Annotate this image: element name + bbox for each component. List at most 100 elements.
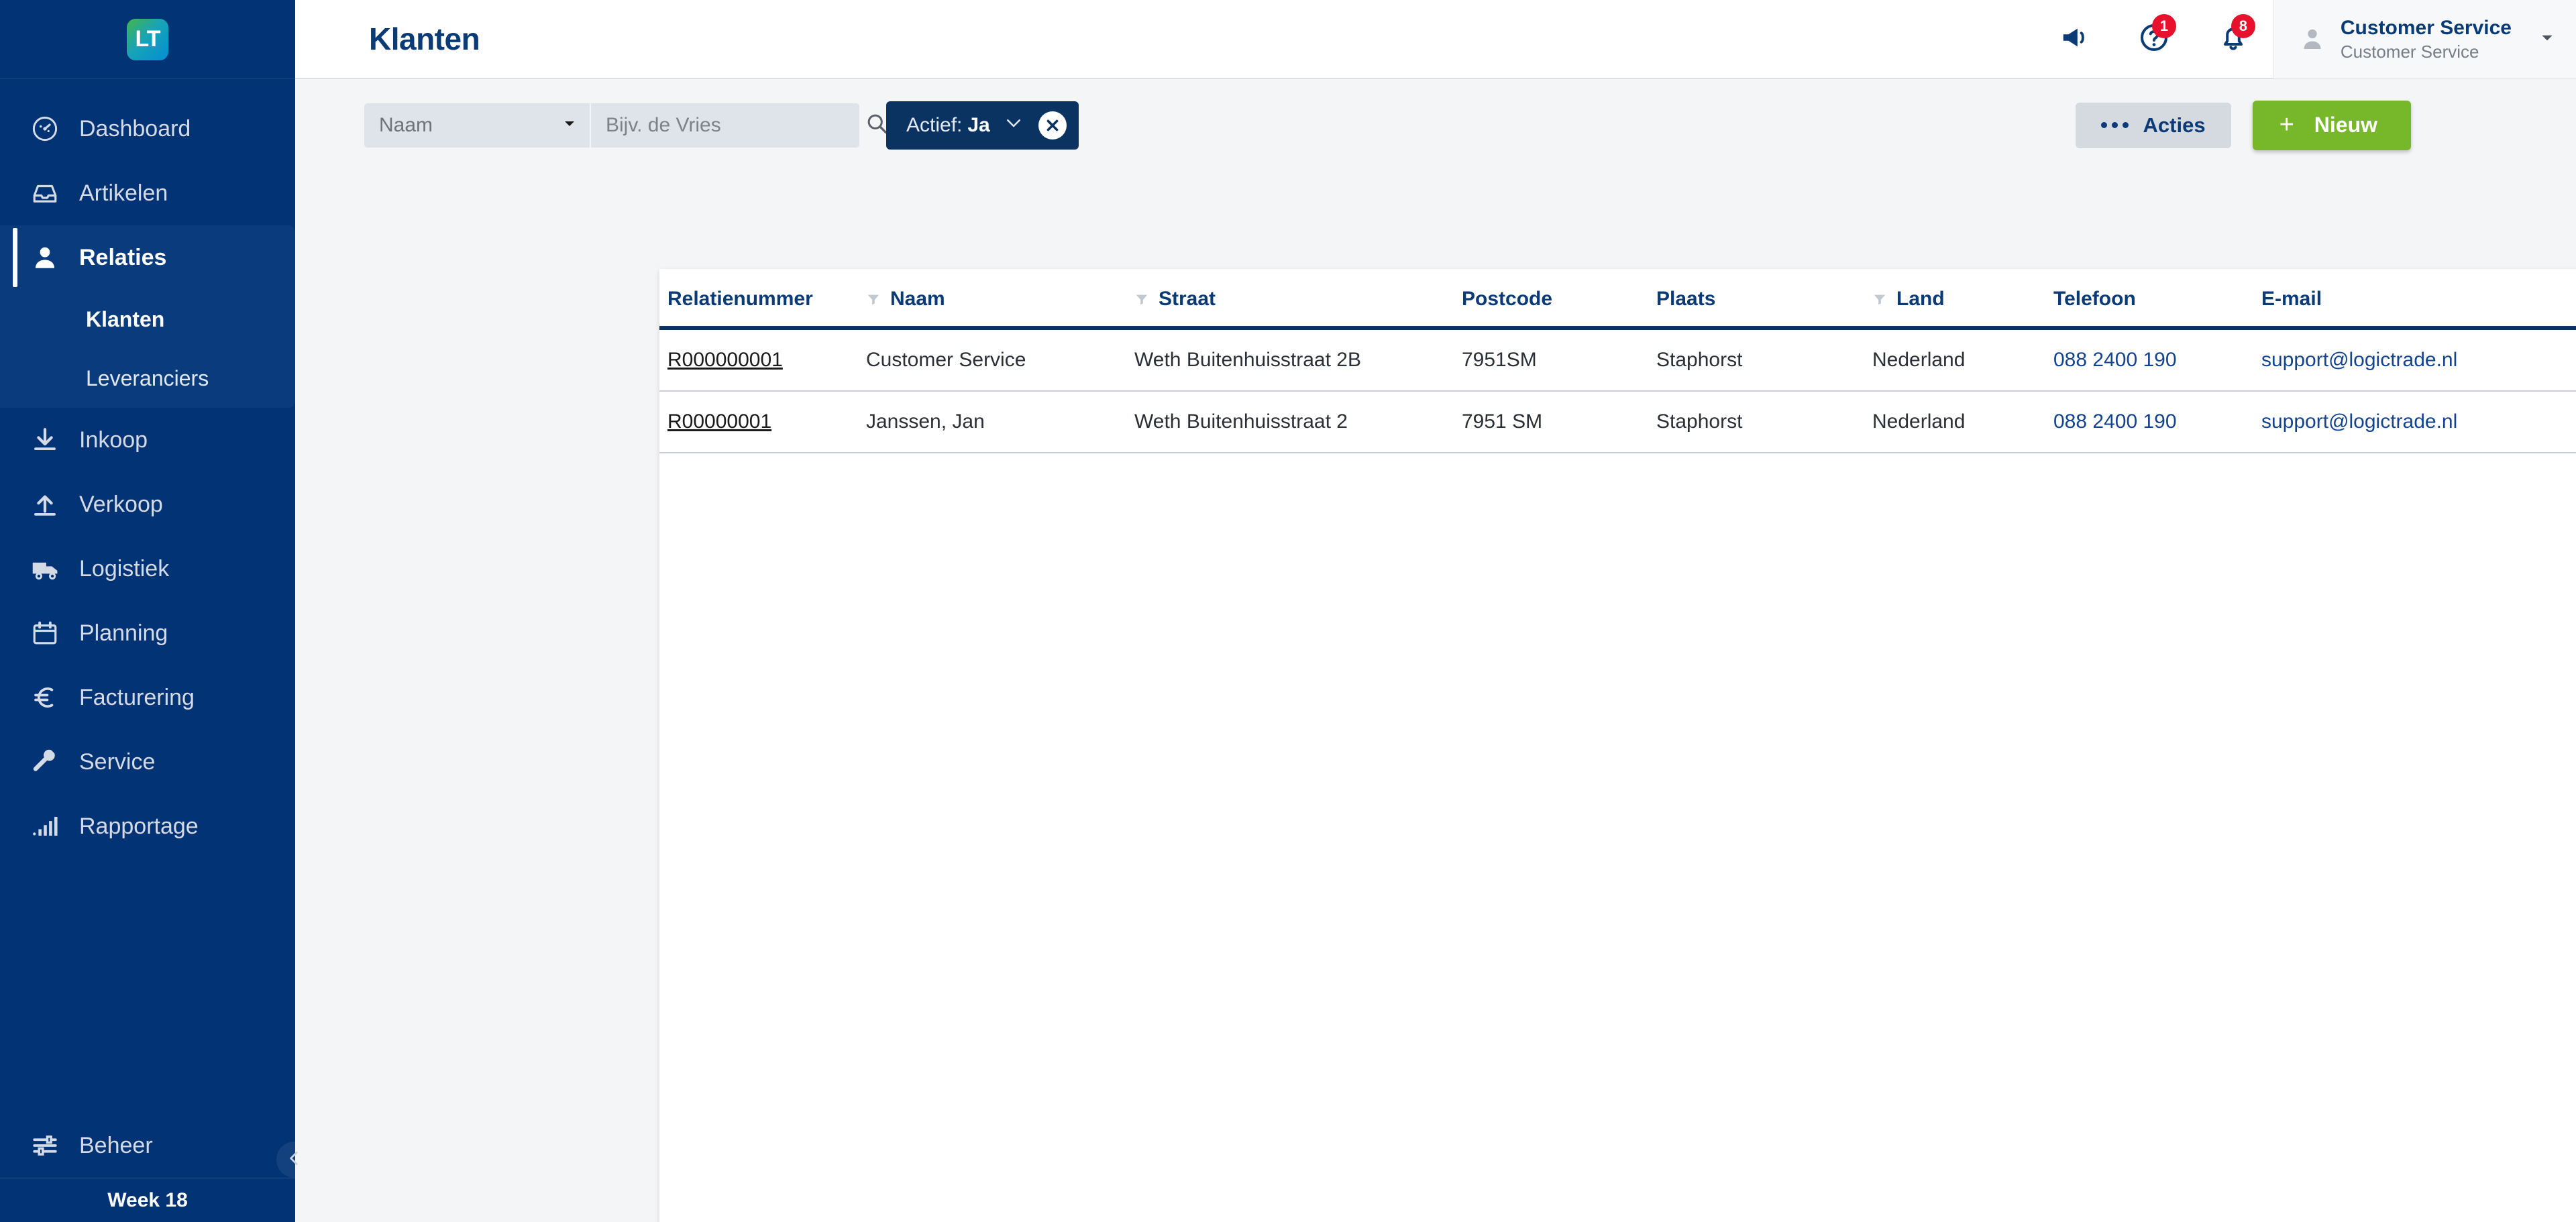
notifications-button[interactable]: 8 — [2194, 0, 2273, 78]
sidebar-item-verkoop[interactable]: Verkoop — [0, 472, 295, 537]
filter-funnel-icon[interactable] — [1872, 292, 1887, 307]
telefoon-link[interactable]: 088 2400 190 — [2053, 349, 2177, 371]
main-area: Klanten 1 8 Customer Service Customer Se… — [295, 0, 2576, 1222]
telefoon-link[interactable]: 088 2400 190 — [2053, 410, 2177, 433]
notifications-badge: 8 — [2231, 14, 2255, 38]
nieuw-button-label: Nieuw — [2314, 113, 2377, 137]
sidebar-item-facturering[interactable]: Facturering — [0, 665, 295, 730]
announcements-button[interactable] — [2035, 0, 2114, 78]
cell-land: Nederland — [1872, 349, 1966, 371]
acties-button[interactable]: Acties — [2075, 102, 2231, 148]
filter-toolbar: Naam Actief: Ja — [364, 79, 2411, 150]
nieuw-button[interactable]: + Nieuw — [2252, 100, 2411, 150]
cell-postcode: 7951SM — [1462, 349, 1537, 371]
download-icon — [31, 426, 70, 454]
sidebar-item-planning[interactable]: Planning — [0, 601, 295, 665]
week-indicator: Week 18 — [0, 1178, 295, 1222]
sidebar-item-logistiek[interactable]: Logistiek — [0, 537, 295, 601]
search-input[interactable] — [606, 113, 865, 137]
klanten-table: Relatienummer Naam Straat Postcode Plaat… — [659, 269, 2576, 453]
column-header-plaats[interactable]: Plaats — [1656, 269, 1872, 328]
sidebar-item-dashboard[interactable]: Dashboard — [0, 97, 295, 161]
sidebar-item-rapportage[interactable]: Rapportage — [0, 794, 295, 858]
chevron-down-icon[interactable] — [1004, 113, 1024, 138]
column-header-land[interactable]: Land — [1872, 269, 2053, 328]
sidebar-item-label: Inkoop — [79, 427, 148, 453]
sidebar-item-label: Dashboard — [79, 115, 191, 142]
column-header-telefoon[interactable]: Telefoon — [2053, 269, 2261, 328]
column-header-straat[interactable]: Straat — [1134, 269, 1462, 328]
sidebar-item-leveranciers[interactable]: Leveranciers — [0, 349, 295, 408]
column-header-postcode[interactable]: Postcode — [1462, 269, 1656, 328]
sidebar-item-klanten[interactable]: Klanten — [0, 290, 295, 349]
cell-naam: Customer Service — [866, 349, 1026, 371]
user-info: Customer Service Customer Service — [2341, 15, 2512, 62]
sliders-icon — [31, 1131, 70, 1160]
sidebar-item-relaties[interactable]: Relaties — [0, 225, 295, 290]
sidebar-item-label: Relaties — [79, 244, 167, 270]
table-head: Relatienummer Naam Straat Postcode Plaat… — [659, 269, 2576, 328]
column-label: Postcode — [1462, 287, 1553, 310]
euro-icon — [31, 683, 70, 712]
bar-chart-icon — [31, 812, 70, 840]
help-button[interactable]: 1 — [2114, 0, 2194, 78]
app-logo[interactable]: LT — [127, 18, 168, 60]
cell-naam: Janssen, Jan — [866, 410, 985, 433]
user-menu[interactable]: Customer Service Customer Service — [2272, 0, 2576, 78]
filter-funnel-icon[interactable] — [1134, 292, 1149, 307]
relatienummer-link[interactable]: R00000001 — [667, 410, 771, 433]
column-header-naam[interactable]: Naam — [866, 269, 1134, 328]
filter-funnel-icon[interactable] — [866, 292, 881, 307]
logo-area: LT — [0, 0, 295, 79]
acties-button-label: Acties — [2143, 113, 2206, 137]
sidebar-item-label: Service — [79, 748, 156, 775]
sidebar-item-artikelen[interactable]: Artikelen — [0, 161, 295, 225]
column-header-email[interactable]: E-mail — [2261, 269, 2576, 328]
cell-straat: Weth Buitenhuisstraat 2B — [1134, 349, 1361, 371]
column-label: Naam — [890, 287, 945, 310]
table-body: R000000001 Customer Service Weth Buitenh… — [659, 328, 2576, 453]
cell-plaats: Staphorst — [1656, 410, 1743, 433]
plus-icon: + — [2279, 111, 2294, 139]
sidebar-item-service[interactable]: Service — [0, 730, 295, 794]
user-icon — [31, 243, 70, 272]
truck-icon — [31, 554, 70, 584]
table-row[interactable]: R00000001 Janssen, Jan Weth Buitenhuisst… — [659, 391, 2576, 453]
column-header-relatienummer[interactable]: Relatienummer — [659, 269, 866, 328]
filter-chip-label: Actief: — [906, 113, 963, 136]
user-role: Customer Service — [2340, 41, 2479, 62]
top-header: Klanten 1 8 Customer Service Customer Se… — [295, 0, 2576, 79]
email-link[interactable]: support@logictrade.nl — [2261, 410, 2457, 433]
avatar-icon — [2295, 25, 2330, 52]
email-link[interactable]: support@logictrade.nl — [2261, 349, 2457, 371]
sidebar-item-label: Verkoop — [79, 491, 163, 517]
relatienummer-link[interactable]: R000000001 — [667, 349, 783, 371]
cell-plaats: Staphorst — [1656, 349, 1743, 371]
chevron-down-icon — [2538, 29, 2556, 50]
table-row[interactable]: R000000001 Customer Service Weth Buitenh… — [659, 328, 2576, 391]
filter-chip-value: Ja — [967, 113, 990, 136]
sidebar-item-label: Planning — [79, 620, 168, 646]
search-icon[interactable] — [865, 111, 889, 139]
page-title: Klanten — [369, 21, 480, 56]
search-field-select[interactable]: Naam — [364, 103, 591, 148]
tray-icon — [31, 179, 70, 207]
app-root: LT Dashboard Artikelen Relaties Klanten … — [0, 0, 2576, 1222]
help-badge: 1 — [2151, 14, 2176, 38]
data-table-card: Relatienummer Naam Straat Postcode Plaat… — [659, 269, 2576, 1222]
close-circle-icon[interactable] — [1038, 111, 1067, 140]
sidebar-item-beheer[interactable]: Beheer — [0, 1113, 295, 1178]
cell-land: Nederland — [1872, 410, 1966, 433]
search-box[interactable] — [591, 103, 888, 148]
megaphone-icon — [2059, 22, 2090, 56]
header-actions: 1 8 Customer Service Customer Service — [2035, 0, 2576, 78]
filter-chip-actief[interactable]: Actief: Ja — [886, 101, 1079, 150]
sidebar-item-inkoop[interactable]: Inkoop — [0, 408, 295, 472]
upload-icon — [31, 490, 70, 518]
cell-email: support@logictrade.nl — [2261, 391, 2576, 453]
content-area: Naam Actief: Ja — [295, 79, 2576, 1222]
sidebar-item-label: Rapportage — [79, 813, 199, 839]
sidebar-subnav-relaties: Klanten Leveranciers — [0, 290, 295, 408]
user-name: Customer Service — [2340, 17, 2512, 39]
cell-straat: Weth Buitenhuisstraat 2 — [1134, 410, 1348, 433]
